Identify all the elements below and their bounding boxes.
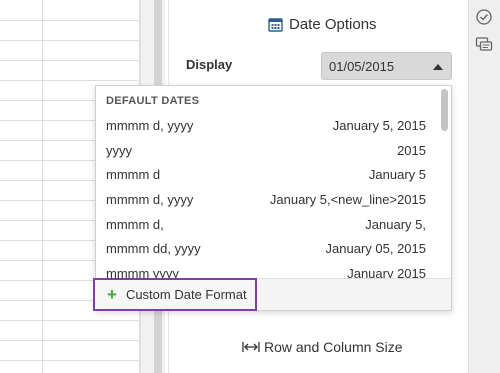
format-example: 2015 — [397, 143, 426, 158]
grid-column-line — [42, 0, 43, 373]
display-format-select[interactable]: 01/05/2015 — [321, 52, 452, 80]
date-format-option[interactable]: mmmm d January 5 — [96, 163, 439, 187]
format-pattern: mmmm d, — [106, 217, 164, 232]
display-label: Display — [186, 57, 233, 72]
resize-horizontal-icon — [242, 341, 260, 353]
format-pattern: yyyy — [106, 143, 132, 158]
dropdown-scrollbar-thumb[interactable] — [441, 89, 448, 131]
default-dates-header: DEFAULT DATES — [106, 95, 200, 107]
grid-row-line — [0, 20, 140, 21]
format-example: January 5, — [365, 217, 426, 232]
date-format-option[interactable]: mmmm d, yyyy January 5, 2015 — [96, 114, 439, 138]
format-pattern: mmmm yyyy — [106, 266, 179, 278]
date-format-option[interactable]: mmmm yyyy January 2015 — [96, 262, 439, 278]
format-pattern: mmmm d, yyyy — [106, 118, 194, 133]
date-format-option[interactable]: mmmm d, January 5, — [96, 213, 439, 237]
format-example: January 5 — [368, 167, 426, 182]
format-pattern: mmmm d — [106, 167, 161, 182]
format-example: January 2015 — [347, 266, 426, 278]
display-format-value: 01/05/2015 — [329, 59, 395, 74]
grid-row-line — [0, 340, 140, 341]
row-column-size-button[interactable]: Row and Column Size — [242, 339, 403, 355]
format-pattern: mmmm d, yyyy — [106, 192, 194, 207]
grid-row-line — [0, 320, 140, 321]
calendar-icon — [268, 17, 283, 32]
grid-row-line — [0, 60, 140, 61]
format-example: January 5,<new_line>2015 — [269, 192, 426, 207]
plus-icon: + — [107, 285, 117, 304]
custom-date-format-label: Custom Date Format — [125, 287, 247, 302]
date-format-option[interactable]: mmmm dd, yyyy January 05, 2015 — [96, 237, 439, 261]
grid-row-line — [0, 80, 140, 81]
date-format-list[interactable]: DEFAULT DATES mmmm d, yyyy January 5, 20… — [96, 86, 439, 278]
date-format-option[interactable]: mmmm d, yyyy January 5,<new_line>2015 — [96, 188, 439, 212]
format-example: January 05, 2015 — [325, 241, 426, 256]
date-format-option[interactable]: yyyy 2015 — [96, 139, 439, 163]
format-pattern: mmmm dd, yyyy — [106, 241, 201, 256]
caret-up-icon — [433, 64, 443, 70]
side-toolbar — [468, 0, 500, 373]
check-circle-icon[interactable] — [475, 8, 493, 26]
custom-date-format-button[interactable]: + Custom Date Format — [93, 278, 257, 311]
row-column-size-label: Row and Column Size — [264, 339, 403, 355]
format-example: January 5, 2015 — [332, 118, 426, 133]
grid-row-line — [0, 40, 140, 41]
panel-title: Date Options — [268, 14, 377, 34]
panel-title-text: Date Options — [289, 15, 377, 33]
grid-row-line — [0, 360, 140, 361]
comments-icon[interactable] — [475, 36, 493, 54]
